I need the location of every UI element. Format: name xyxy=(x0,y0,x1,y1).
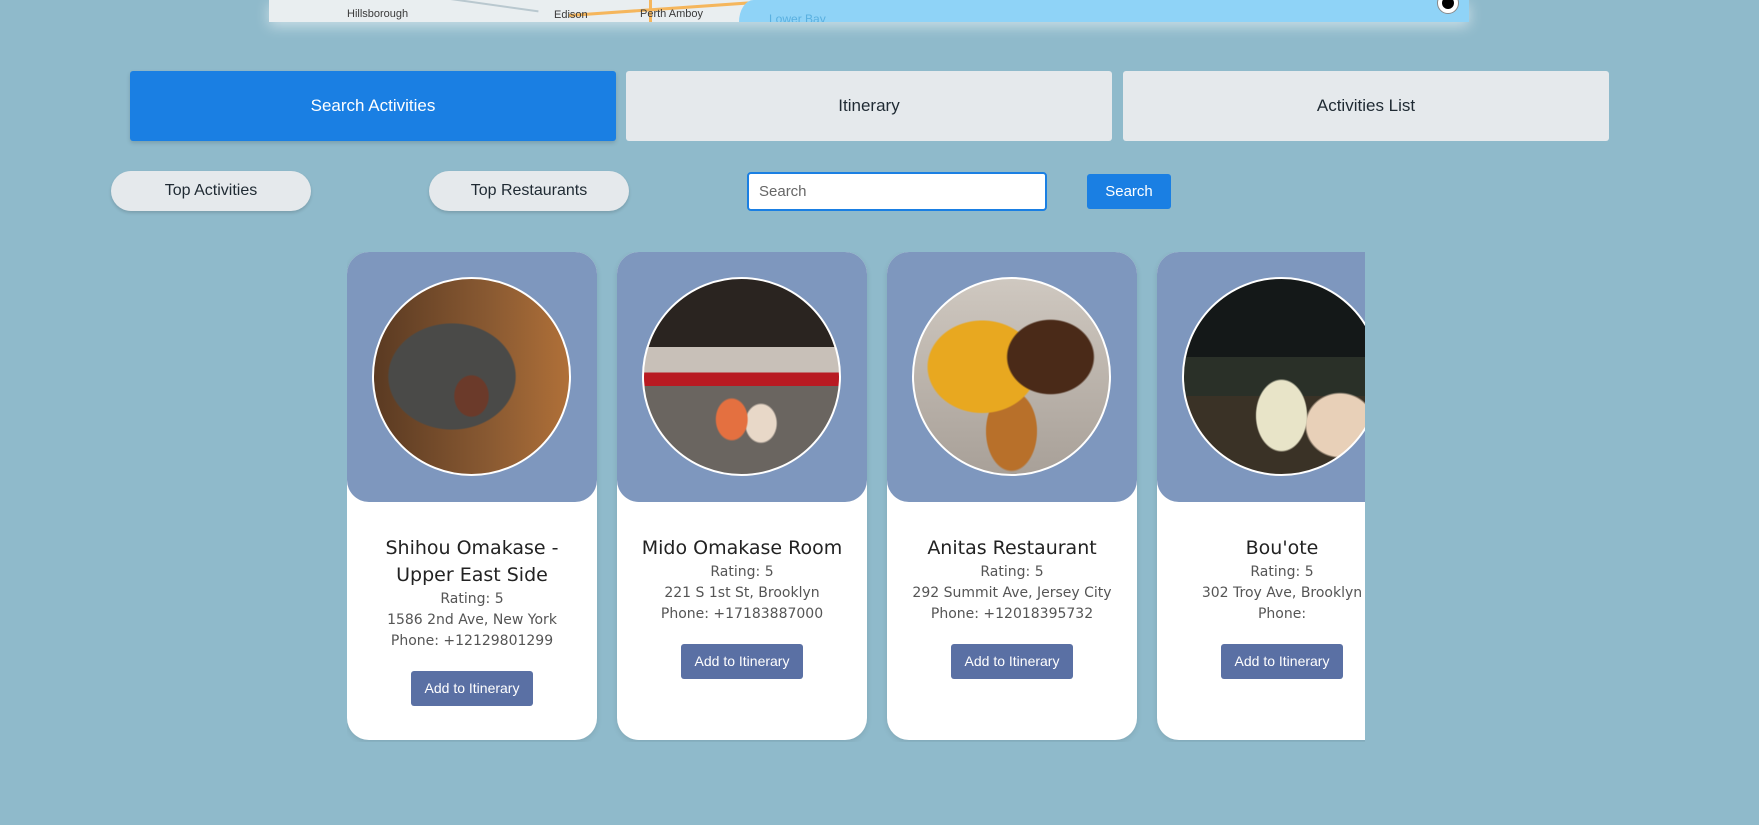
card-header xyxy=(1157,252,1365,502)
card-phone: Phone: xyxy=(1257,606,1307,622)
add-to-itinerary-button[interactable]: Add to Itinerary xyxy=(950,644,1074,679)
card-header xyxy=(887,252,1137,502)
results-carousel[interactable]: Shihou Omakase - Upper East Side Rating:… xyxy=(347,252,1365,742)
search-button[interactable]: Search xyxy=(1087,174,1171,209)
add-to-itinerary-button[interactable]: Add to Itinerary xyxy=(1220,644,1344,679)
add-to-itinerary-button[interactable]: Add to Itinerary xyxy=(680,644,804,679)
search-input[interactable] xyxy=(747,172,1047,211)
card-header xyxy=(347,252,597,502)
map-road xyxy=(419,0,539,13)
card-address: 302 Troy Ave, Brooklyn xyxy=(1201,585,1363,601)
result-card: Anitas Restaurant Rating: 5 292 Summit A… xyxy=(887,252,1137,740)
card-title: Anitas Restaurant xyxy=(927,537,1097,559)
map-label: Lower Bay xyxy=(769,12,826,22)
restaurant-photo xyxy=(642,277,841,476)
map-water xyxy=(739,0,1469,22)
card-rating: Rating: 5 xyxy=(440,591,504,607)
card-address: 1586 2nd Ave, New York xyxy=(387,612,557,628)
restaurant-photo xyxy=(372,277,571,476)
map-label: Edison xyxy=(554,9,588,21)
result-card: Shihou Omakase - Upper East Side Rating:… xyxy=(347,252,597,740)
card-title: Bou'ote xyxy=(1245,537,1319,559)
top-restaurants-button[interactable]: Top Restaurants xyxy=(429,171,629,211)
card-phone: Phone: +12129801299 xyxy=(390,633,554,649)
card-phone: Phone: +12018395732 xyxy=(930,606,1094,622)
card-address: 292 Summit Ave, Jersey City xyxy=(912,585,1112,601)
map-view[interactable]: Hillsborough Edison Perth Amboy Lower Ba… xyxy=(269,0,1469,22)
card-rating: Rating: 5 xyxy=(1250,564,1314,580)
map-label: Hillsborough xyxy=(347,8,409,20)
add-to-itinerary-button[interactable]: Add to Itinerary xyxy=(410,671,534,706)
card-phone: Phone: +17183887000 xyxy=(660,606,824,622)
result-card: Mido Omakase Room Rating: 5 221 S 1st St… xyxy=(617,252,867,740)
top-activities-button[interactable]: Top Activities xyxy=(111,171,311,211)
card-address: 221 S 1st St, Brooklyn xyxy=(664,585,820,601)
card-rating: Rating: 5 xyxy=(710,564,774,580)
card-title: Mido Omakase Room xyxy=(641,537,843,559)
tab-activities-list[interactable]: Activities List xyxy=(1123,71,1609,141)
card-title: Shihou Omakase - Upper East Side xyxy=(385,537,559,586)
tab-search-activities[interactable]: Search Activities xyxy=(130,71,616,141)
result-card: Bou'ote Rating: 5 302 Troy Ave, Brooklyn… xyxy=(1157,252,1365,740)
card-header xyxy=(617,252,867,502)
restaurant-photo xyxy=(1182,277,1365,476)
map-label: Perth Amboy xyxy=(640,8,703,20)
tab-itinerary[interactable]: Itinerary xyxy=(626,71,1112,141)
restaurant-photo xyxy=(912,277,1111,476)
card-rating: Rating: 5 xyxy=(980,564,1044,580)
